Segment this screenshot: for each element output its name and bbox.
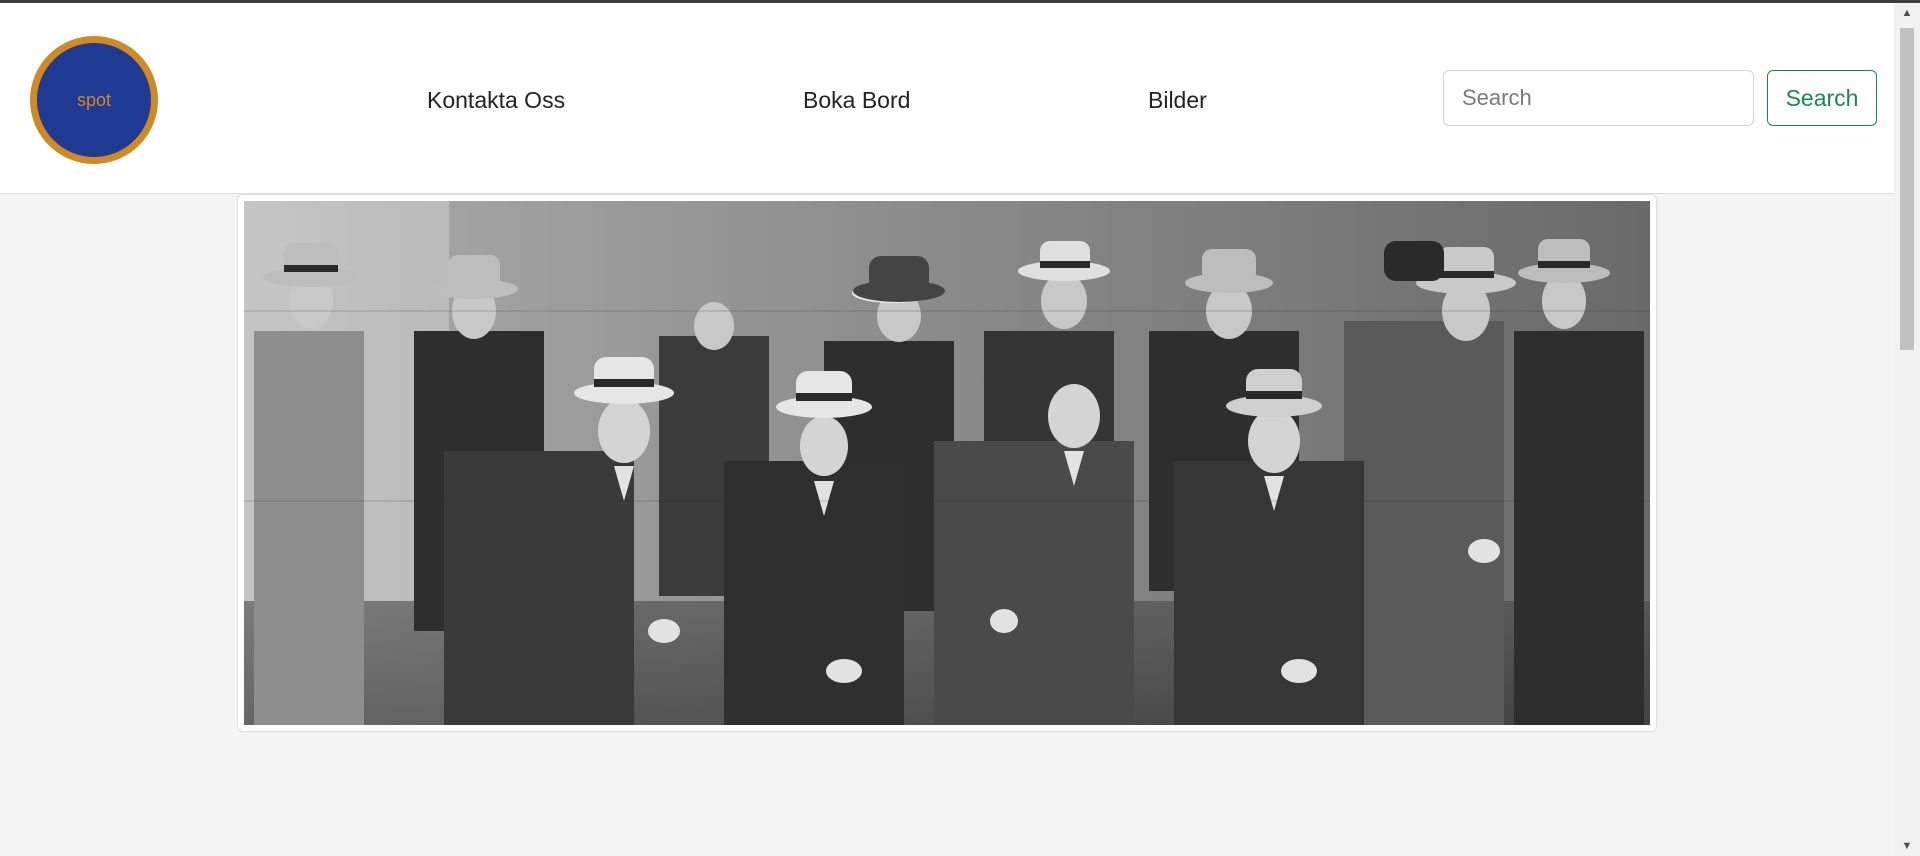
hero-card <box>237 194 1657 732</box>
nav-link-kontakta-oss[interactable]: Kontakta Oss <box>427 87 565 114</box>
search-input[interactable] <box>1443 70 1754 126</box>
scroll-down-arrow-icon[interactable]: ▼ <box>1894 836 1920 856</box>
search-button[interactable]: Search <box>1767 70 1877 126</box>
logo-text: spot <box>76 89 112 110</box>
logo[interactable]: spot <box>30 36 158 164</box>
scroll-up-arrow-icon[interactable]: ▲ <box>1894 3 1920 23</box>
vertical-scrollbar[interactable]: ▲ ▼ <box>1894 3 1920 856</box>
hero-photo <box>244 201 1650 725</box>
scrollbar-thumb[interactable] <box>1900 28 1914 350</box>
nav-link-boka-bord[interactable]: Boka Bord <box>803 87 910 114</box>
nav-link-bilder[interactable]: Bilder <box>1148 87 1207 114</box>
navbar: spot Kontakta Oss Boka Bord Bilder Searc… <box>0 3 1894 194</box>
